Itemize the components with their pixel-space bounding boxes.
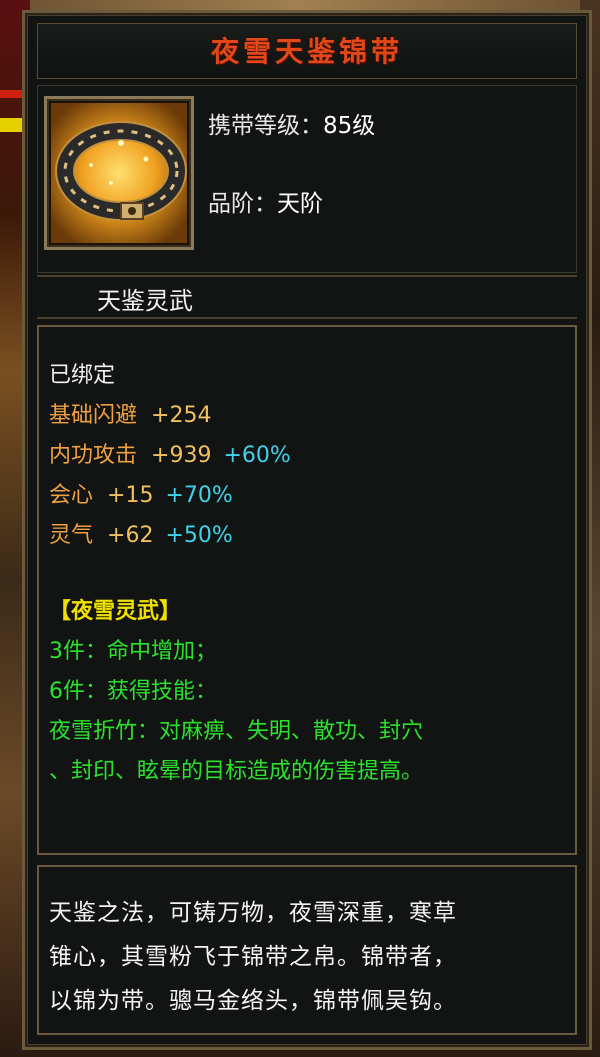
stat-value: +62	[107, 523, 154, 548]
stat-value: +939	[151, 443, 212, 468]
item-icon-slot[interactable]	[44, 96, 194, 250]
item-tooltip: 夜雪天鉴锦带 携带等级：85级 品阶：天阶 天鉴灵武 已绑定 基础闪避 +254…	[22, 10, 592, 1050]
stat-row: 灵气 +62 +50%	[49, 517, 233, 549]
stat-name: 基础闪避	[49, 403, 138, 428]
subtitle-row: 天鉴灵武	[37, 275, 577, 319]
stat-percent: +50%	[165, 523, 233, 548]
description-line-3: 以锦为带。骢马金络头，锦带佩吴钩。	[49, 988, 457, 1014]
health-bar-fragment	[0, 90, 22, 98]
stat-value: +15	[107, 483, 154, 508]
stat-name: 内功攻击	[49, 443, 138, 468]
item-header-panel: 携带等级：85级 品阶：天阶	[37, 85, 577, 273]
stat-name: 会心	[49, 483, 94, 508]
level-value: 85级	[323, 113, 376, 139]
set-bonus-6: 6件：获得技能：	[49, 679, 217, 704]
stat-row: 内功攻击 +939 +60%	[49, 437, 291, 469]
grade-value: 天阶	[277, 191, 323, 217]
description-line-2: 锥心，其雪粉飞于锦带之帛。锦带者，	[49, 944, 457, 970]
set-bonus-3: 3件：命中增加；	[49, 639, 217, 664]
level-label: 携带等级：	[208, 113, 323, 139]
stat-row: 基础闪避 +254	[49, 397, 211, 429]
stat-percent: +60%	[223, 443, 291, 468]
title-bar: 夜雪天鉴锦带	[37, 23, 577, 79]
bound-status: 已绑定	[49, 363, 116, 388]
set-skill-line-1: 夜雪折竹：对麻痹、失明、散功、封穴	[49, 719, 424, 744]
description-panel: 天鉴之法，可铸万物，夜雪深重，寒草 锥心，其雪粉飞于锦带之帛。锦带者， 以锦为带…	[37, 865, 577, 1035]
set-name: 【夜雪灵武】	[49, 599, 182, 624]
stat-row: 会心 +15 +70%	[49, 477, 233, 509]
belt-icon	[51, 103, 187, 243]
stat-percent: +70%	[165, 483, 233, 508]
item-subtitle: 天鉴灵武	[97, 287, 193, 315]
description-line-1: 天鉴之法，可铸万物，夜雪深重，寒草	[49, 900, 457, 926]
set-skill-line-2: 、封印、眩晕的目标造成的伤害提高。	[49, 759, 424, 784]
stat-value: +254	[151, 403, 212, 428]
stat-name: 灵气	[49, 523, 94, 548]
stats-panel: 已绑定 基础闪避 +254 内功攻击 +939 +60% 会心 +15 +70% 灵气 +6…	[37, 325, 577, 855]
grade-label: 品阶：	[208, 191, 277, 217]
level-requirement: 携带等级：85级	[208, 106, 375, 140]
item-name: 夜雪天鉴锦带	[210, 35, 403, 68]
item-grade: 品阶：天阶	[208, 184, 323, 218]
energy-bar-fragment	[0, 118, 22, 132]
